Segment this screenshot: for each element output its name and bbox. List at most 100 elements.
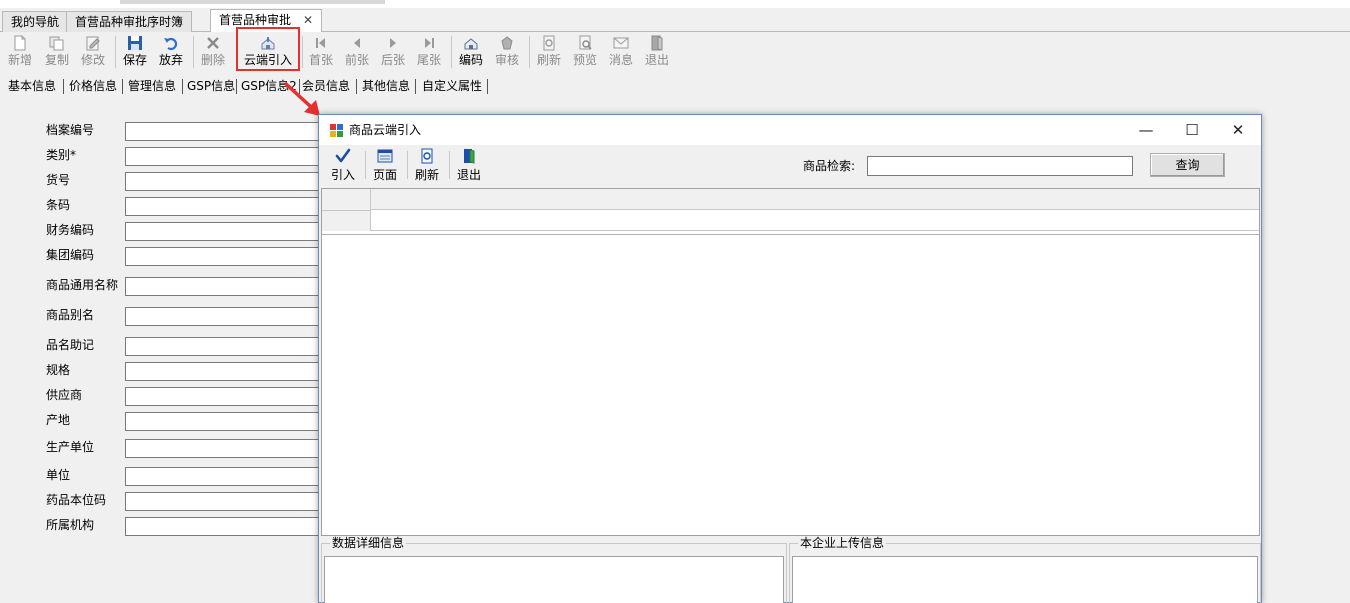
document-tab-bar: 我的导航 首营品种审批序时簿 首营品种审批 ✕ [0,8,1350,32]
subtab-custom-attributes[interactable]: 自定义属性 [420,76,484,96]
field-label: 规格 [46,363,71,377]
field-label: 档案编号 [46,123,95,137]
first-record-label: 首张 [308,53,333,67]
tab-label: 首营品种审批 [219,13,292,27]
field-label: 所属机构 [46,518,95,532]
exit-button-label: 退出 [644,53,669,67]
manufacturer-input[interactable] [125,439,325,458]
refresh-button[interactable]: 刷新 [532,34,566,70]
field-label: 品名助记 [46,338,95,352]
table-row[interactable] [371,210,1259,231]
subtab-other-info[interactable]: 其他信息 [360,76,412,96]
audit-icon [501,36,513,50]
field-label: 类别* [46,148,77,162]
next-record-button[interactable]: 后张 [376,34,410,70]
subtab-gsp-info[interactable]: GSP信息 [185,76,237,96]
copy-button[interactable]: 复制 [40,34,74,70]
supplier-input[interactable] [125,387,325,406]
product-grid[interactable] [321,188,1260,536]
last-record-button[interactable]: 尾张 [412,34,446,70]
delete-icon [207,37,219,49]
new-button-label: 新增 [7,53,32,67]
drug-standard-code-input[interactable] [125,492,325,511]
archive-number-input[interactable] [125,122,325,141]
prev-icon [354,38,360,48]
grid-header-row [322,189,1259,210]
message-icon [613,37,629,49]
import-button-label: 引入 [330,168,355,182]
group-code-input[interactable] [125,247,325,266]
field-label: 条码 [46,198,71,212]
next-record-label: 后张 [380,53,405,67]
preview-button[interactable]: 预览 [568,34,602,70]
tab-approval-journal[interactable]: 首营品种审批序时簿 [66,11,193,32]
maximize-button[interactable]: ☐ [1169,115,1215,145]
category-input[interactable] [125,147,325,166]
mnemonic-input[interactable] [125,337,325,356]
audit-button[interactable]: 审核 [490,34,524,70]
first-icon [316,38,325,48]
dialog-refresh-button[interactable]: 刷新 [409,148,445,184]
code-button[interactable]: 编码 [454,34,488,70]
organization-input[interactable] [125,517,325,536]
dialog-title-bar: 商品云端引入 — ☐ ✕ [319,115,1261,145]
origin-input[interactable] [125,412,325,431]
refresh-button-label: 刷新 [536,53,561,67]
product-search-input[interactable] [867,156,1133,176]
field-label: 商品通用名称 [46,278,119,292]
subtab-divider [487,79,488,94]
subtab-divider [415,79,416,94]
spec-input[interactable] [125,362,325,381]
item-number-input[interactable] [125,172,325,191]
field-label: 商品别名 [46,308,95,322]
minimize-button[interactable]: — [1123,115,1169,145]
company-upload-panel[interactable] [792,556,1258,603]
subtab-price-info[interactable]: 价格信息 [67,76,119,96]
product-search-label: 商品检索: [803,159,856,173]
dialog-refresh-label: 刷新 [414,168,439,182]
toolbar-divider [302,36,303,68]
refresh-icon [543,35,555,51]
unit-input[interactable] [125,467,325,486]
preview-icon [579,35,592,50]
edit-button[interactable]: 修改 [76,34,110,70]
data-details-panel[interactable] [324,556,784,603]
page-icon [377,149,393,163]
page-button[interactable]: 页面 [367,148,403,184]
delete-button[interactable]: 删除 [196,34,230,70]
dialog-exit-button[interactable]: 退出 [451,148,487,184]
new-button[interactable]: 新增 [3,34,37,70]
tab-my-navigation[interactable]: 我的导航 [2,11,69,32]
field-label: 财务编码 [46,223,95,237]
first-record-button[interactable]: 首张 [304,34,338,70]
tab-close-icon[interactable]: ✕ [303,13,313,27]
exit-button[interactable]: 退出 [640,34,674,70]
data-details-group: 数据详细信息 [321,536,787,603]
query-button[interactable]: 查询 [1150,153,1225,177]
alias-name-input[interactable] [125,307,325,326]
toolbar-divider [451,36,452,68]
finance-code-input[interactable] [125,222,325,241]
subtab-divider [236,79,237,94]
save-button-label: 保存 [122,53,147,67]
company-upload-group: 本企业上传信息 [789,536,1261,603]
message-button[interactable]: 消息 [604,34,638,70]
subtab-divider [122,79,123,94]
previous-record-button[interactable]: 前张 [340,34,374,70]
subtab-divider [356,79,357,94]
save-button[interactable]: 保存 [118,34,152,70]
annotation-arrow-icon [284,82,320,116]
field-label: 货号 [46,173,71,187]
subtab-basic-info[interactable]: 基本信息 [6,76,58,96]
field-label: 供应商 [46,388,83,402]
close-button[interactable]: ✕ [1215,115,1261,145]
import-button[interactable]: 引入 [325,148,361,184]
discard-button[interactable]: 放弃 [154,34,188,70]
page-button-label: 页面 [372,168,397,182]
grid-row-divider [322,210,371,211]
new-doc-icon [14,35,26,51]
subtab-management-info[interactable]: 管理信息 [126,76,178,96]
delete-button-label: 删除 [200,53,225,67]
barcode-input[interactable] [125,197,325,216]
generic-name-input[interactable] [125,277,325,296]
